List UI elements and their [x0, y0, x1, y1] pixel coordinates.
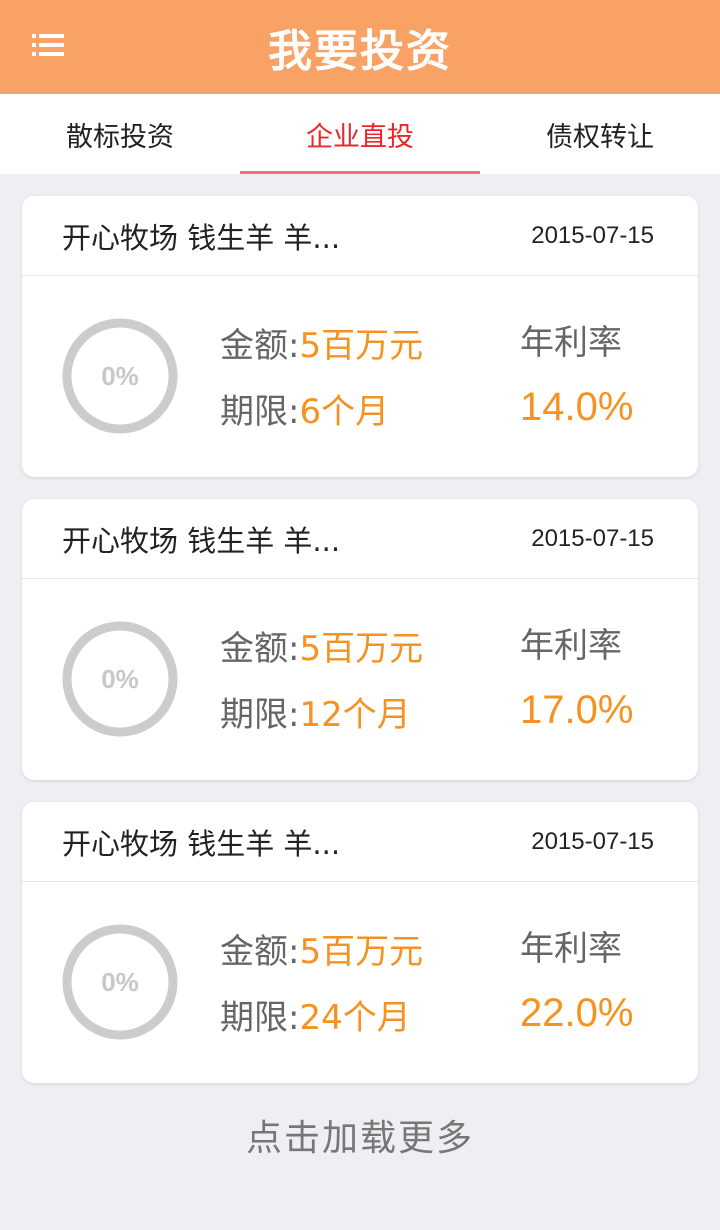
- amount-label: 金额:: [220, 326, 300, 366]
- project-card[interactable]: 开心牧场 钱生羊 羊... 2015-07-15 0% 金额:5百万元 期限:2…: [22, 802, 698, 1083]
- amount-value: 5百万元: [299, 629, 424, 669]
- term-value: 24个月: [299, 998, 411, 1038]
- amount-row: 金额:5百万元: [220, 627, 423, 693]
- term-label: 期限:: [220, 695, 300, 735]
- tab-enterprise-direct[interactable]: 企业直投: [240, 94, 480, 174]
- progress-text: 0%: [101, 360, 139, 391]
- rate-value: 17.0%: [520, 688, 634, 732]
- card-header: 开心牧场 钱生羊 羊... 2015-07-15: [22, 196, 698, 276]
- project-info: 金额:5百万元 期限:6个月: [220, 324, 423, 456]
- amount-value: 5百万元: [299, 326, 424, 366]
- project-title: 开心牧场 钱生羊 羊...: [62, 826, 341, 861]
- app-screen: 我要投资 散标投资 企业直投 债权转让 开心牧场 钱生羊 羊... 2015-0…: [0, 0, 720, 1230]
- progress-ring: 0%: [60, 922, 180, 1042]
- progress-text: 0%: [101, 966, 139, 997]
- amount-label: 金额:: [220, 629, 300, 669]
- term-label: 期限:: [220, 998, 300, 1038]
- load-more-button[interactable]: 点击加载更多: [0, 1100, 720, 1170]
- term-row: 期限:24个月: [220, 996, 423, 1062]
- term-row: 期限:6个月: [220, 390, 423, 456]
- amount-label: 金额:: [220, 932, 300, 972]
- progress-ring: 0%: [60, 316, 180, 436]
- progress-ring: 0%: [60, 619, 180, 739]
- page-title: 我要投资: [268, 26, 452, 77]
- rate-value: 22.0%: [520, 991, 634, 1035]
- term-value: 12个月: [299, 695, 411, 735]
- term-row: 期限:12个月: [220, 693, 423, 759]
- card-body: 0% 金额:5百万元 期限:12个月 年利率 17.0%: [22, 579, 698, 779]
- tab-debt-transfer[interactable]: 债权转让: [480, 94, 720, 174]
- project-info: 金额:5百万元 期限:24个月: [220, 930, 423, 1062]
- tab-scattered-investment[interactable]: 散标投资: [0, 94, 240, 174]
- rate-block: 年利率 14.0%: [520, 321, 633, 430]
- card-header: 开心牧场 钱生羊 羊... 2015-07-15: [22, 802, 698, 882]
- card-body: 0% 金额:5百万元 期限:24个月 年利率 22.0%: [22, 882, 698, 1082]
- project-card[interactable]: 开心牧场 钱生羊 羊... 2015-07-15 0% 金额:5百万元 期限:1…: [22, 499, 698, 780]
- project-title: 开心牧场 钱生羊 羊...: [62, 220, 341, 255]
- menu-icon[interactable]: [30, 30, 66, 60]
- rate-block: 年利率 22.0%: [520, 927, 633, 1036]
- project-list: 开心牧场 钱生羊 羊... 2015-07-15 0% 金额:5百万元 期限:6…: [22, 196, 698, 1105]
- term-value: 6个月: [299, 392, 390, 432]
- tab-bar: 散标投资 企业直投 债权转让: [0, 94, 720, 174]
- project-card[interactable]: 开心牧场 钱生羊 羊... 2015-07-15 0% 金额:5百万元 期限:6…: [22, 196, 698, 477]
- project-info: 金额:5百万元 期限:12个月: [220, 627, 423, 759]
- rate-label: 年利率: [520, 323, 622, 363]
- top-bar: 我要投资: [0, 0, 720, 94]
- project-date: 2015-07-15: [531, 221, 654, 249]
- rate-label: 年利率: [520, 929, 622, 969]
- project-title: 开心牧场 钱生羊 羊...: [62, 523, 341, 558]
- amount-row: 金额:5百万元: [220, 930, 423, 996]
- card-body: 0% 金额:5百万元 期限:6个月 年利率 14.0%: [22, 276, 698, 476]
- term-label: 期限:: [220, 392, 300, 432]
- amount-value: 5百万元: [299, 932, 424, 972]
- project-date: 2015-07-15: [531, 524, 654, 552]
- amount-row: 金额:5百万元: [220, 324, 423, 390]
- card-header: 开心牧场 钱生羊 羊... 2015-07-15: [22, 499, 698, 579]
- project-date: 2015-07-15: [531, 827, 654, 855]
- rate-label: 年利率: [520, 626, 622, 666]
- rate-value: 14.0%: [520, 385, 634, 429]
- rate-block: 年利率 17.0%: [520, 624, 633, 733]
- progress-text: 0%: [101, 663, 139, 694]
